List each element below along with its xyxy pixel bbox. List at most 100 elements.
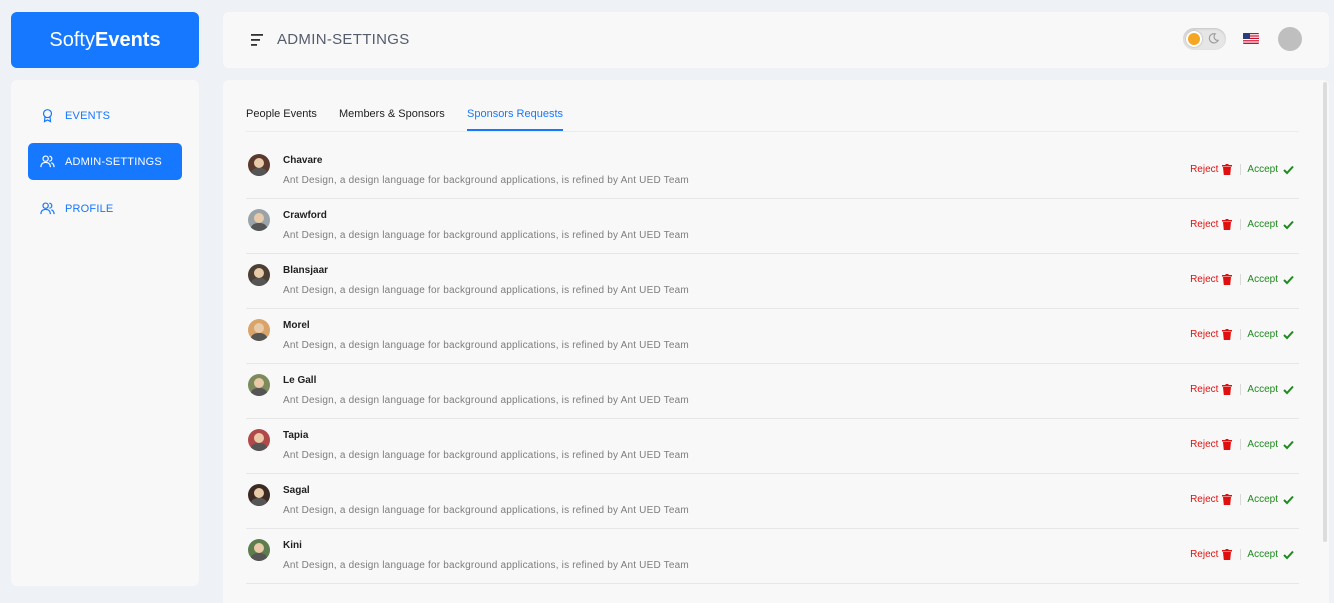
accept-label: Accept bbox=[1247, 384, 1278, 395]
request-actions: Reject Accept bbox=[1190, 219, 1294, 230]
request-name: Chavare bbox=[283, 155, 323, 166]
tab-people-events[interactable]: People Events bbox=[246, 108, 317, 131]
reject-button[interactable]: Reject bbox=[1190, 439, 1233, 450]
users-icon bbox=[40, 155, 55, 168]
reject-button[interactable]: Reject bbox=[1190, 219, 1233, 230]
avatar bbox=[248, 484, 270, 506]
tab-members-sponsors[interactable]: Members & Sponsors bbox=[339, 108, 445, 131]
accept-label: Accept bbox=[1247, 439, 1278, 450]
divider bbox=[1240, 219, 1242, 230]
request-description: Ant Design, a design language for backgr… bbox=[283, 340, 689, 351]
users-icon bbox=[40, 202, 55, 215]
reject-label: Reject bbox=[1190, 549, 1219, 560]
trash-icon bbox=[1222, 274, 1233, 285]
accept-button[interactable]: Accept bbox=[1247, 274, 1294, 285]
list-item: Kini Ant Design, a design language for b… bbox=[246, 529, 1299, 584]
request-name: Le Gall bbox=[283, 375, 317, 386]
reject-label: Reject bbox=[1190, 329, 1219, 340]
check-icon bbox=[1283, 550, 1294, 559]
accept-button[interactable]: Accept bbox=[1247, 494, 1294, 505]
reject-button[interactable]: Reject bbox=[1190, 494, 1233, 505]
accept-button[interactable]: Accept bbox=[1247, 219, 1294, 230]
reject-button[interactable]: Reject bbox=[1190, 274, 1233, 285]
divider bbox=[1240, 274, 1242, 285]
check-icon bbox=[1283, 330, 1294, 339]
request-actions: Reject Accept bbox=[1190, 329, 1294, 340]
accept-label: Accept bbox=[1247, 549, 1278, 560]
request-name: Sagal bbox=[283, 485, 310, 496]
divider bbox=[1240, 329, 1242, 340]
divider bbox=[1240, 494, 1242, 505]
avatar bbox=[248, 429, 270, 451]
check-icon bbox=[1283, 220, 1294, 229]
trash-icon bbox=[1222, 219, 1233, 230]
request-actions: Reject Accept bbox=[1190, 274, 1294, 285]
avatar bbox=[248, 264, 270, 286]
avatar bbox=[248, 209, 270, 231]
check-icon bbox=[1283, 165, 1294, 174]
request-name: Tapia bbox=[283, 430, 309, 441]
trash-icon bbox=[1222, 549, 1233, 560]
request-description: Ant Design, a design language for backgr… bbox=[283, 505, 689, 516]
sponsor-request-list: Chavare Ant Design, a design language fo… bbox=[246, 144, 1299, 584]
request-description: Ant Design, a design language for backgr… bbox=[283, 285, 689, 296]
accept-label: Accept bbox=[1247, 164, 1278, 175]
request-name: Morel bbox=[283, 320, 310, 331]
sidebar-item-label: EVENTS bbox=[65, 109, 111, 122]
reject-button[interactable]: Reject bbox=[1190, 164, 1233, 175]
app-logo[interactable]: Softy Events bbox=[11, 12, 199, 68]
trash-icon bbox=[1222, 439, 1233, 450]
request-description: Ant Design, a design language for backgr… bbox=[283, 395, 689, 406]
reject-label: Reject bbox=[1190, 219, 1219, 230]
reject-label: Reject bbox=[1190, 439, 1219, 450]
reject-button[interactable]: Reject bbox=[1190, 329, 1233, 340]
divider bbox=[1240, 384, 1242, 395]
user-avatar[interactable] bbox=[1278, 27, 1302, 51]
tab-sponsors-requests[interactable]: Sponsors Requests bbox=[467, 108, 563, 131]
request-name: Blansjaar bbox=[283, 265, 329, 276]
trash-icon bbox=[1222, 329, 1233, 340]
request-description: Ant Design, a design language for backgr… bbox=[283, 230, 689, 241]
accept-button[interactable]: Accept bbox=[1247, 164, 1294, 175]
request-actions: Reject Accept bbox=[1190, 494, 1294, 505]
theme-toggle[interactable] bbox=[1183, 28, 1226, 50]
sidebar-item-admin-settings[interactable]: ADMIN-SETTINGS bbox=[28, 143, 182, 180]
request-name: Crawford bbox=[283, 210, 327, 221]
request-actions: Reject Accept bbox=[1190, 384, 1294, 395]
scrollbar[interactable] bbox=[1323, 82, 1327, 542]
accept-button[interactable]: Accept bbox=[1247, 329, 1294, 340]
request-name: Kini bbox=[283, 540, 302, 551]
main-content: People Events Members & Sponsors Sponsor… bbox=[223, 80, 1329, 603]
accept-button[interactable]: Accept bbox=[1247, 549, 1294, 560]
trash-icon bbox=[1222, 384, 1233, 395]
tab-bar: People Events Members & Sponsors Sponsor… bbox=[246, 80, 1299, 132]
check-icon bbox=[1283, 275, 1294, 284]
check-icon bbox=[1283, 385, 1294, 394]
top-header: ADMIN-SETTINGS bbox=[223, 12, 1329, 68]
request-description: Ant Design, a design language for backgr… bbox=[283, 560, 689, 571]
list-item: Morel Ant Design, a design language for … bbox=[246, 309, 1299, 364]
accept-label: Accept bbox=[1247, 219, 1278, 230]
avatar bbox=[248, 154, 270, 176]
accept-label: Accept bbox=[1247, 494, 1278, 505]
sidebar-item-profile[interactable]: PROFILE bbox=[28, 190, 182, 227]
request-description: Ant Design, a design language for backgr… bbox=[283, 175, 689, 186]
accept-label: Accept bbox=[1247, 274, 1278, 285]
trash-icon bbox=[1222, 494, 1233, 505]
list-item: Crawford Ant Design, a design language f… bbox=[246, 199, 1299, 254]
accept-button[interactable]: Accept bbox=[1247, 439, 1294, 450]
sidebar-item-label: ADMIN-SETTINGS bbox=[65, 155, 162, 168]
reject-label: Reject bbox=[1190, 384, 1219, 395]
check-icon bbox=[1283, 440, 1294, 449]
reject-label: Reject bbox=[1190, 274, 1219, 285]
request-actions: Reject Accept bbox=[1190, 439, 1294, 450]
list-item: Tapia Ant Design, a design language for … bbox=[246, 419, 1299, 474]
us-flag-icon[interactable] bbox=[1243, 33, 1259, 44]
menu-icon[interactable] bbox=[251, 33, 265, 47]
award-icon bbox=[42, 109, 53, 123]
reject-button[interactable]: Reject bbox=[1190, 549, 1233, 560]
accept-button[interactable]: Accept bbox=[1247, 384, 1294, 395]
reject-button[interactable]: Reject bbox=[1190, 384, 1233, 395]
divider bbox=[1240, 439, 1242, 450]
sidebar-item-events[interactable]: EVENTS bbox=[28, 97, 182, 134]
